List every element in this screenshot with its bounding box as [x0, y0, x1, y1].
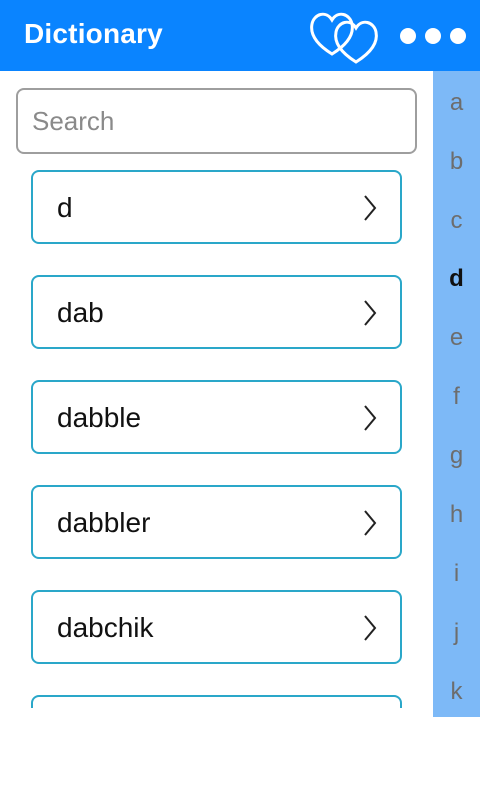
index-letter-f[interactable]: f [433, 383, 480, 411]
app-title: Dictionary [24, 18, 163, 49]
index-letter-k[interactable]: k [433, 678, 480, 706]
word-label: dabble [57, 402, 142, 433]
word-label: dabchik [57, 612, 154, 643]
word-list-item[interactable] [31, 695, 402, 708]
word-label: d [57, 192, 73, 223]
word-list-item[interactable]: dabchik [31, 590, 402, 664]
index-letter-e[interactable]: e [433, 324, 480, 352]
word-list-item[interactable]: d [31, 170, 402, 244]
chevron-right-icon [364, 195, 377, 221]
word-list: d dab dabble dabbler dabchik [31, 170, 403, 708]
index-letter-j[interactable]: j [433, 619, 480, 647]
index-letter-c[interactable]: c [433, 207, 480, 235]
app-bar: Dictionary [0, 0, 480, 71]
index-letter-b[interactable]: b [433, 148, 480, 176]
menu-dot [400, 28, 416, 44]
chevron-right-icon [364, 300, 377, 326]
index-letter-g[interactable]: g [433, 442, 480, 470]
word-list-item[interactable]: dabbler [31, 485, 402, 559]
favorites-hearts-icon[interactable] [308, 6, 386, 66]
search-box [16, 88, 417, 154]
word-list-item[interactable]: dab [31, 275, 402, 349]
index-letter-a[interactable]: a [433, 89, 480, 117]
alphabet-index: a b c d e f g h i j k [433, 71, 480, 717]
chevron-right-icon [364, 510, 377, 536]
index-letter-h[interactable]: h [433, 501, 480, 529]
index-letter-i[interactable]: i [433, 560, 480, 588]
chevron-right-icon [364, 615, 377, 641]
chevron-right-icon [364, 405, 377, 431]
menu-dot [425, 28, 441, 44]
overflow-menu-icon[interactable] [400, 26, 474, 46]
word-list-item[interactable]: dabble [31, 380, 402, 454]
menu-dot [450, 28, 466, 44]
word-label: dabbler [57, 507, 151, 538]
word-label: dab [57, 297, 104, 328]
search-input[interactable] [16, 88, 417, 154]
index-letter-d[interactable]: d [433, 265, 480, 293]
